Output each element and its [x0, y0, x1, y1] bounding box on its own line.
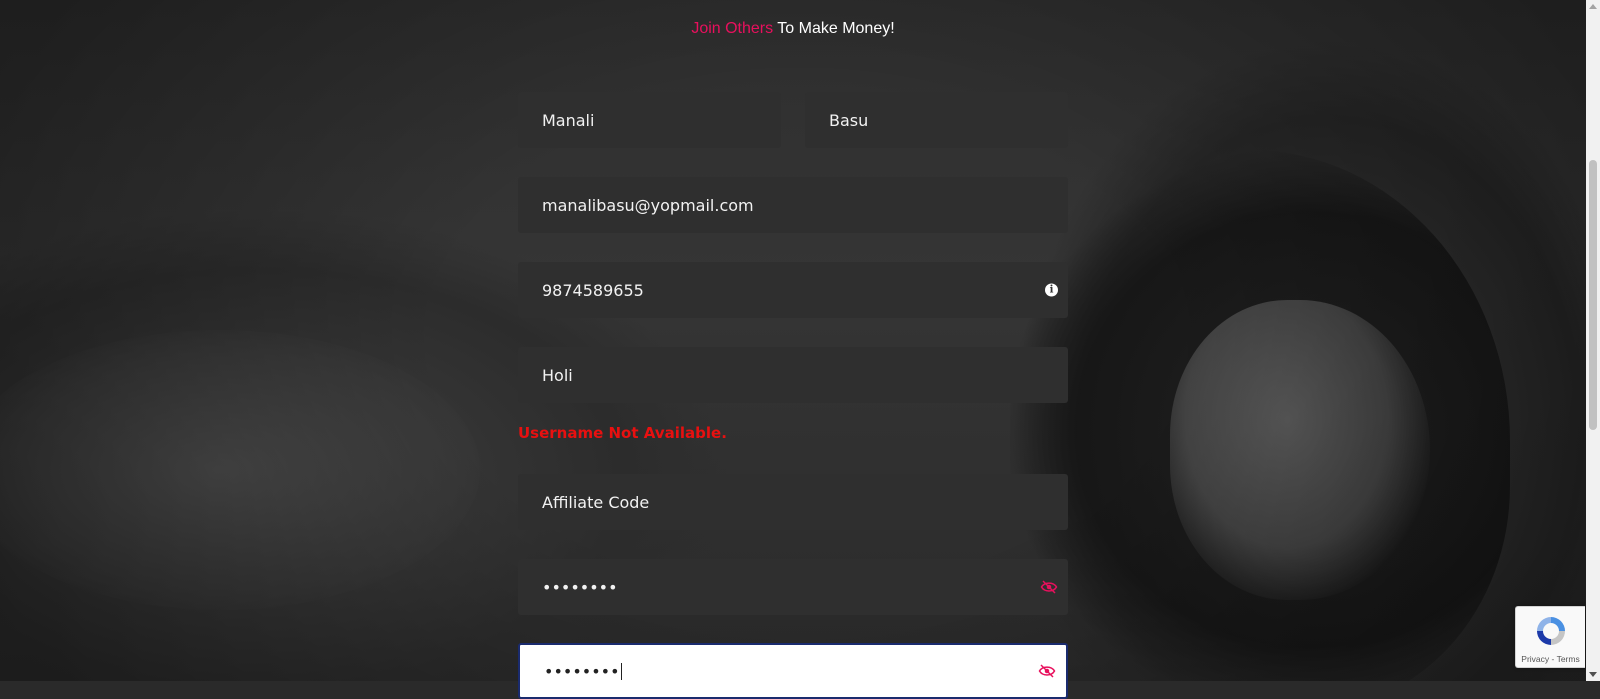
confirm-password-field[interactable]: ••••••••: [518, 643, 1068, 699]
affiliate-code-input[interactable]: [542, 492, 1044, 512]
last-name-value: Basu: [829, 110, 869, 130]
email-field[interactable]: manalibasu@yopmail.com: [518, 177, 1068, 233]
scrollbar-thumb[interactable]: [1589, 160, 1597, 430]
first-name-value: Manali: [542, 110, 595, 130]
phone-value: 9874589655: [542, 280, 644, 300]
email-value: manalibasu@yopmail.com: [542, 195, 754, 215]
scroll-up-arrow[interactable]: [1589, 4, 1597, 9]
recaptcha-badge[interactable]: Privacy - Terms: [1515, 606, 1585, 668]
password-field[interactable]: ••••••••: [518, 559, 1068, 615]
first-name-field[interactable]: Manali: [518, 92, 781, 148]
page-scrollbar[interactable]: [1586, 0, 1600, 681]
info-icon[interactable]: i: [1045, 283, 1058, 297]
text-caret: [620, 662, 622, 680]
phone-field[interactable]: 9874589655 i: [518, 262, 1068, 318]
affiliate-code-field[interactable]: [518, 474, 1068, 530]
recaptcha-links[interactable]: Privacy - Terms: [1516, 654, 1585, 664]
confirm-password-value: ••••••••: [544, 661, 620, 681]
password-value: ••••••••: [542, 577, 618, 597]
scroll-down-arrow[interactable]: [1589, 672, 1597, 677]
headline-text: To Make Money!: [773, 20, 895, 37]
headline-accent: Join Others: [691, 20, 774, 37]
last-name-field[interactable]: Basu: [805, 92, 1068, 148]
username-value: Holi: [542, 365, 573, 385]
eye-slash-icon[interactable]: [1038, 664, 1056, 678]
page-headline: Join Others To Make Money!: [0, 20, 1586, 38]
eye-slash-icon[interactable]: [1040, 580, 1058, 594]
username-field[interactable]: Holi: [518, 347, 1068, 403]
recaptcha-logo-icon: [1537, 617, 1565, 645]
username-error-message: Username Not Available.: [518, 424, 727, 442]
